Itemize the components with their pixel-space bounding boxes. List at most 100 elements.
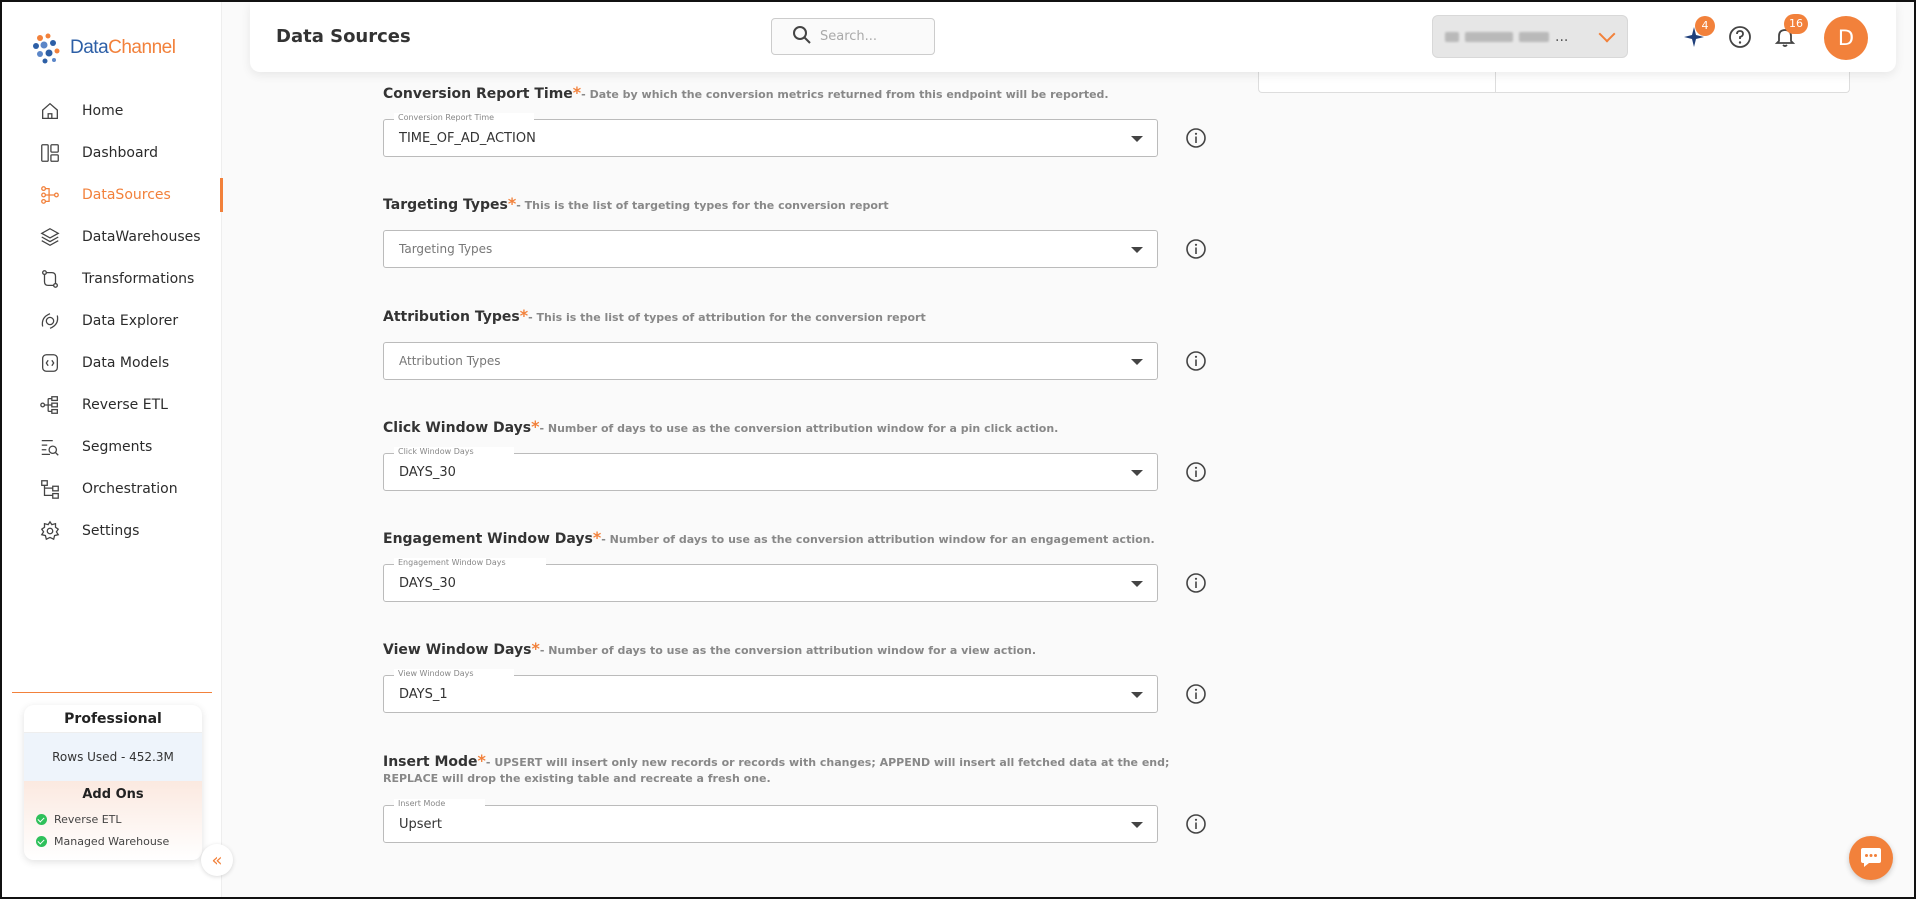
sidebar-item-segments[interactable]: Segments [2, 426, 222, 468]
sidebar-item-data-models[interactable]: Data Models [2, 342, 222, 384]
sidebar-item-datawarehouses[interactable]: DataWarehouses [2, 216, 222, 258]
sidebar-item-transformations[interactable]: Transformations [2, 258, 222, 300]
transformations-icon [38, 267, 62, 291]
field-description: - Number of days to use as the conversio… [601, 533, 1155, 546]
sidebar-item-label: DataWarehouses [82, 229, 201, 245]
search-box[interactable] [771, 18, 935, 55]
floating-label: Insert Mode [394, 799, 486, 808]
floating-label: Conversion Report Time [394, 113, 535, 122]
field-description: - Date by which the conversion metrics r… [581, 88, 1109, 101]
workspace-name-redacted [1445, 31, 1549, 42]
sidebar-item-orchestration[interactable]: Orchestration [2, 468, 222, 510]
field-description: - Number of days to use as the conversio… [539, 422, 1059, 435]
click-window-days-select[interactable]: Click Window Days DAYS_30 [383, 447, 1158, 491]
sidebar-item-label: DataSources [82, 187, 171, 203]
field-attribution-types: Attribution Types*- This is the list of … [383, 306, 1233, 380]
addon-label: Reverse ETL [54, 812, 122, 826]
select-value: Upsert [399, 816, 442, 832]
workspace-selector[interactable]: ... [1432, 15, 1628, 58]
field-description: - This is the list of types of attributi… [528, 311, 926, 324]
avatar[interactable]: D [1824, 16, 1868, 60]
info-icon[interactable] [1185, 683, 1207, 705]
data-models-icon [38, 351, 62, 375]
info-icon[interactable] [1185, 572, 1207, 594]
ai-sparkle-button[interactable]: 4 [1681, 16, 1715, 50]
floating-label: View Window Days [394, 669, 514, 678]
select-value: TIME_OF_AD_ACTION [399, 130, 536, 146]
field-label-row: Insert Mode*- UPSERT will insert only ne… [383, 751, 1233, 770]
sidebar-item-label: Orchestration [82, 481, 178, 497]
sidebar-item-data-explorer[interactable]: Data Explorer [2, 300, 222, 342]
chat-icon [1861, 848, 1881, 867]
engagement-window-days-select[interactable]: Engagement Window Days DAYS_30 [383, 558, 1158, 602]
field-description: - This is the list of targeting types fo… [516, 199, 889, 212]
notifications-button[interactable]: 16 [1772, 14, 1808, 50]
help-circle-icon [1729, 26, 1751, 48]
addons-title: Add Ons [82, 787, 144, 802]
field-description: - UPSERT will insert only new records or… [485, 756, 1170, 769]
field-label-row: View Window Days*- Number of days to use… [383, 639, 1233, 658]
caret-down-icon [1131, 692, 1143, 698]
sidebar-item-datasources[interactable]: DataSources [2, 174, 223, 216]
sidebar-item-dashboard[interactable]: Dashboard [2, 132, 222, 174]
targeting-types-select[interactable]: Targeting Types [383, 230, 1158, 268]
floating-label: Click Window Days [394, 447, 514, 456]
orchestration-icon [38, 477, 62, 501]
caret-down-icon [1131, 470, 1143, 476]
required-marker: * [592, 528, 602, 547]
workspace-ellipsis: ... [1555, 28, 1569, 45]
collapse-sidebar-button[interactable]: « [201, 844, 233, 876]
reverse-etl-icon [38, 393, 62, 417]
info-icon[interactable] [1185, 127, 1207, 149]
logo[interactable]: DataChannel [30, 30, 176, 66]
logo-text-data: Data [70, 37, 109, 58]
field-label-row: Targeting Types*- This is the list of ta… [383, 194, 1233, 213]
sidebar-item-home[interactable]: Home [2, 90, 222, 132]
sidebar-item-label: Dashboard [82, 145, 158, 161]
insert-mode-select[interactable]: Insert Mode Upsert [383, 799, 1158, 843]
sidebar-item-label: Data Models [82, 355, 170, 371]
field-label-row: Engagement Window Days*- Number of days … [383, 528, 1233, 547]
page-title: Data Sources [276, 26, 411, 47]
sidebar-item-label: Settings [82, 523, 140, 539]
info-icon[interactable] [1185, 813, 1207, 835]
ai-badge: 4 [1695, 16, 1715, 36]
caret-down-icon [1131, 359, 1143, 365]
caret-down-icon [1131, 247, 1143, 253]
search-input[interactable] [820, 29, 920, 44]
logo-icon [30, 30, 66, 66]
sidebar-nav: Home Dashboard DataSources DataWarehouse… [2, 90, 223, 552]
sidebar-item-settings[interactable]: Settings [2, 510, 222, 552]
field-insert-mode: Insert Mode*- UPSERT will insert only ne… [383, 751, 1233, 843]
field-conversion-report-time: Conversion Report Time*- Date by which t… [383, 83, 1233, 157]
info-icon[interactable] [1185, 350, 1207, 372]
dashboard-icon [38, 141, 62, 165]
view-window-days-select[interactable]: View Window Days DAYS_1 [383, 669, 1158, 713]
caret-down-icon [1131, 136, 1143, 142]
field-click-window-days: Click Window Days*- Number of days to us… [383, 417, 1233, 491]
sidebar-item-reverse-etl[interactable]: Reverse ETL [2, 384, 222, 426]
chat-support-button[interactable] [1849, 836, 1893, 880]
field-label-row: Attribution Types*- This is the list of … [383, 306, 1233, 325]
sidebar-item-label: Segments [82, 439, 153, 455]
field-label: View Window Days [383, 642, 532, 658]
conversion-report-time-select[interactable]: Conversion Report Time TIME_OF_AD_ACTION [383, 113, 1158, 157]
segments-icon [38, 435, 62, 459]
addon-item: Reverse ETL [24, 808, 202, 830]
info-icon[interactable] [1185, 238, 1207, 260]
field-label: Attribution Types [383, 309, 520, 325]
sidebar-item-label: Home [82, 103, 124, 119]
field-label: Targeting Types [383, 197, 508, 213]
select-placeholder: Attribution Types [399, 354, 501, 368]
field-targeting-types: Targeting Types*- This is the list of ta… [383, 194, 1233, 268]
settings-icon [38, 519, 62, 543]
info-icon[interactable] [1185, 461, 1207, 483]
field-label-row: Conversion Report Time*- Date by which t… [383, 83, 1233, 102]
addons-section: Add Ons Reverse ETL Managed Warehouse [24, 781, 202, 860]
field-label: Insert Mode [383, 754, 478, 770]
floating-label: Engagement Window Days [394, 558, 546, 567]
attribution-types-select[interactable]: Attribution Types [383, 342, 1158, 380]
sidebar: DataChannel Home Dashboard DataSources D… [2, 2, 223, 897]
help-button[interactable] [1727, 24, 1753, 50]
notifications-badge: 16 [1784, 14, 1808, 34]
